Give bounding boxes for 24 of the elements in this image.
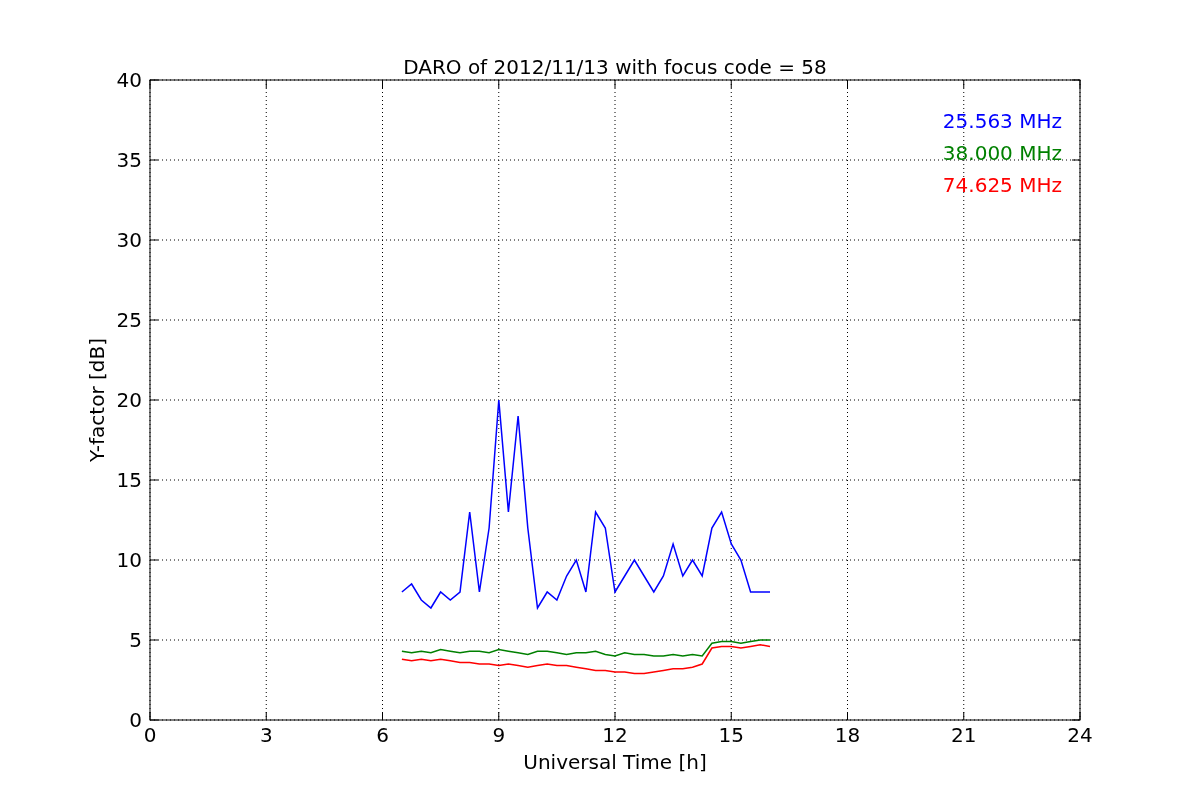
tick-label: 20 [116, 388, 142, 412]
legend-label: 38.000 MHz [942, 141, 1062, 165]
tick-label: 25 [116, 308, 142, 332]
tick-label: 3 [259, 723, 273, 747]
y-axis-label: Y-factor [dB] [85, 338, 109, 462]
tick-label: 15 [718, 723, 744, 747]
tick-label: 0 [143, 723, 157, 747]
tick-label: 12 [602, 723, 628, 747]
tick-label: 30 [116, 228, 142, 252]
tick-label: 24 [1067, 723, 1093, 747]
legend-label: 25.563 MHz [942, 109, 1062, 133]
tick-label: 21 [951, 723, 977, 747]
tick-label: 9 [492, 723, 506, 747]
tick-label: 5 [129, 628, 142, 652]
tick-label: 0 [129, 708, 142, 732]
legend-label: 74.625 MHz [942, 173, 1062, 197]
chart-title: DARO of 2012/11/13 with focus code = 58 [403, 55, 827, 79]
tick-label: 40 [116, 68, 142, 92]
tick-label: 10 [116, 548, 142, 572]
x-axis-label: Universal Time [h] [523, 750, 707, 774]
tick-label: 18 [834, 723, 861, 747]
tick-label: 6 [376, 723, 389, 747]
tick-label: 15 [116, 468, 142, 492]
tick-label: 35 [116, 148, 142, 172]
